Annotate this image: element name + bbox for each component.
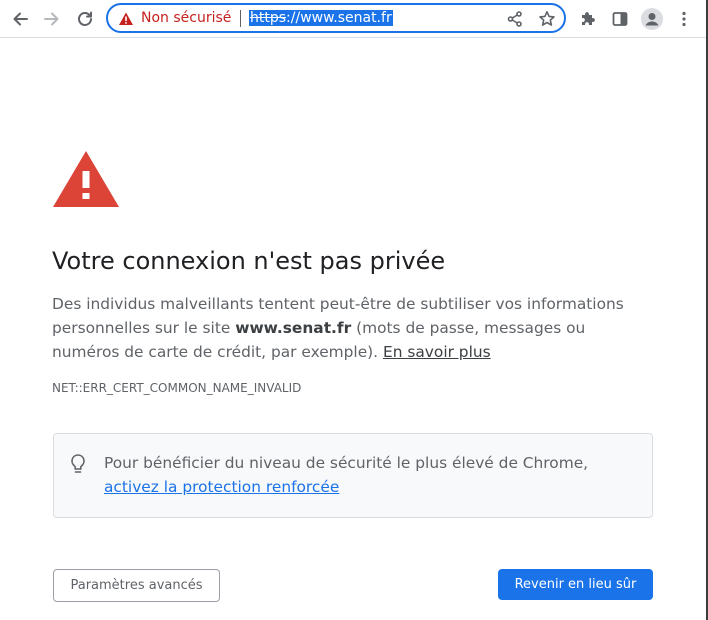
enhanced-protection-link[interactable]: activez la protection renforcée — [104, 478, 339, 496]
browser-toolbar: Non sécurisé https://www.senat.fr — [0, 0, 708, 38]
arrow-right-icon — [44, 12, 59, 26]
url-host: ://www.senat.fr — [286, 10, 392, 26]
forward-button[interactable] — [38, 5, 66, 33]
page-title: Votre connexion n'est pas privée — [52, 247, 446, 275]
share-icon[interactable] — [506, 10, 524, 28]
url-text[interactable]: https://www.senat.fr — [249, 9, 393, 28]
url-scheme: https — [250, 10, 287, 26]
lightbulb-icon — [71, 454, 85, 473]
three-dots-icon — [682, 11, 686, 27]
warning-triangle-icon — [53, 151, 119, 207]
back-to-safety-button[interactable]: Revenir en lieu sûr — [498, 569, 653, 600]
menu-button[interactable] — [670, 5, 698, 33]
star-icon[interactable] — [538, 10, 556, 28]
address-bar[interactable]: Non sécurisé https://www.senat.fr — [106, 3, 566, 33]
advanced-button[interactable]: Paramètres avancés — [53, 569, 220, 602]
callout-text: Pour bénéficier du niveau de sécurité le… — [104, 451, 644, 499]
reload-icon — [78, 11, 92, 26]
profile-button[interactable] — [638, 5, 666, 33]
error-code: NET::ERR_CERT_COMMON_NAME_INVALID — [52, 381, 302, 395]
arrow-left-icon — [13, 12, 28, 26]
callout-message: Pour bénéficier du niveau de sécurité le… — [104, 454, 589, 472]
side-panel-icon — [612, 12, 628, 26]
reload-button[interactable] — [71, 5, 99, 33]
enhanced-protection-callout: Pour bénéficier du niveau de sécurité le… — [53, 433, 653, 518]
back-button[interactable] — [6, 5, 34, 33]
warning-icon — [119, 12, 133, 25]
extensions-button[interactable] — [574, 5, 602, 33]
avatar-icon — [641, 8, 663, 30]
error-description: Des individus malveillants tentent peut-… — [52, 292, 652, 364]
desc-domain: www.senat.fr — [235, 319, 352, 337]
learn-more-link[interactable]: En savoir plus — [383, 343, 491, 361]
security-status-label[interactable]: Non sécurisé — [141, 10, 231, 26]
omnibox-separator — [240, 10, 241, 27]
puzzle-piece-icon — [582, 12, 595, 25]
side-panel-button[interactable] — [606, 5, 634, 33]
